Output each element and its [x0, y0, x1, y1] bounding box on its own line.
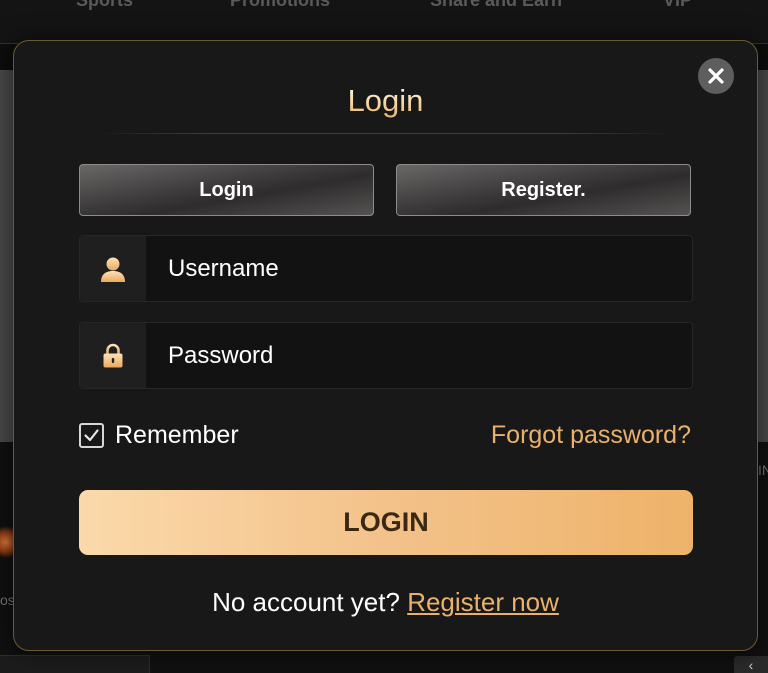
password-input[interactable] [146, 323, 692, 388]
nav-item-vip[interactable]: VIP [663, 0, 692, 11]
tab-register[interactable]: Register. [396, 164, 691, 216]
lock-icon [103, 343, 123, 367]
checkmark-icon [84, 429, 99, 442]
login-button[interactable]: LOGIN [79, 490, 693, 555]
forgot-password-link[interactable]: Forgot password? [491, 421, 691, 450]
background-bottom-tab [0, 655, 150, 673]
login-modal: Login Login Register. Username Remember … [13, 40, 758, 651]
username-field-wrapper [79, 235, 693, 302]
register-now-link[interactable]: Register now [407, 587, 559, 617]
nav-item-sports[interactable]: Sports [76, 0, 133, 11]
background-partial-text-right: IN [758, 462, 768, 478]
register-prompt: No account yet? Register now [14, 587, 757, 618]
nav-item-share-and-earn[interactable]: Share and Earn [430, 0, 562, 11]
password-field-wrapper [79, 322, 693, 389]
remember-toggle[interactable]: Remember [79, 421, 239, 450]
title-divider [96, 133, 674, 134]
scroll-left-button[interactable]: ‹ [734, 656, 768, 673]
remember-label: Remember [115, 421, 239, 449]
user-icon [101, 257, 125, 282]
chevron-left-icon: ‹ [748, 656, 754, 673]
background-top-nav: Sports Promotions Share and Earn VIP [0, 0, 768, 44]
nav-item-promotions[interactable]: Promotions [230, 0, 330, 11]
no-account-text: No account yet? [212, 587, 400, 617]
password-icon-box [80, 323, 146, 388]
username-icon-box [80, 236, 146, 301]
username-input[interactable] [146, 236, 692, 301]
modal-title: Login [14, 83, 757, 119]
tab-login[interactable]: Login [79, 164, 374, 216]
remember-checkbox[interactable] [79, 423, 104, 448]
